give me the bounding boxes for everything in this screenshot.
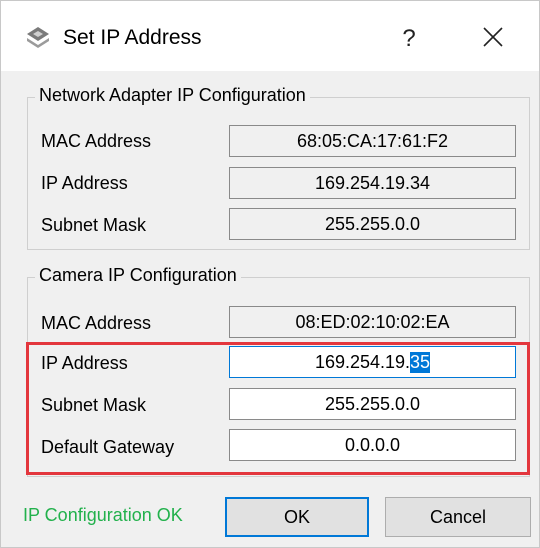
camera-ip-label: IP Address: [41, 353, 128, 373]
adapter-ip-field: 169.254.19.34: [229, 167, 516, 199]
set-ip-dialog: Set IP Address ? Network Adapter IP Conf…: [0, 0, 540, 548]
camera-ip-text: 169.254.19.: [314, 351, 411, 372]
camera-gateway-input[interactable]: 0.0.0.0: [229, 429, 516, 461]
camera-app-icon: [25, 25, 51, 51]
title-bar: Set IP Address ?: [1, 1, 539, 71]
camera-mac-field: 08:ED:02:10:02:EA: [229, 306, 516, 338]
camera-mac-label: MAC Address: [41, 313, 152, 333]
network-adapter-group-label: Network Adapter IP Configuration: [35, 85, 310, 106]
camera-subnet-input[interactable]: 255.255.0.0: [229, 388, 516, 420]
camera-gateway-label: Default Gateway: [41, 437, 175, 457]
close-button[interactable]: [465, 17, 521, 61]
camera-group-label: Camera IP Configuration: [35, 265, 241, 286]
adapter-subnet-field: 255.255.0.0: [229, 208, 516, 240]
cancel-button[interactable]: Cancel: [385, 497, 531, 537]
camera-ip-input[interactable]: 169.254.19. 35: [229, 346, 516, 378]
adapter-ip-label: IP Address: [41, 173, 128, 193]
ok-button[interactable]: OK: [225, 497, 369, 537]
camera-subnet-label: Subnet Mask: [41, 395, 147, 415]
adapter-subnet-label: Subnet Mask: [41, 215, 147, 235]
adapter-mac-label: MAC Address: [41, 131, 152, 151]
close-icon: [482, 26, 504, 53]
help-button[interactable]: ?: [381, 17, 437, 61]
status-message: IP Configuration OK: [23, 505, 183, 525]
camera-ip-selection: 35: [410, 351, 431, 373]
adapter-mac-field: 68:05:CA:17:61:F2: [229, 125, 516, 157]
window-title: Set IP Address: [63, 26, 202, 49]
